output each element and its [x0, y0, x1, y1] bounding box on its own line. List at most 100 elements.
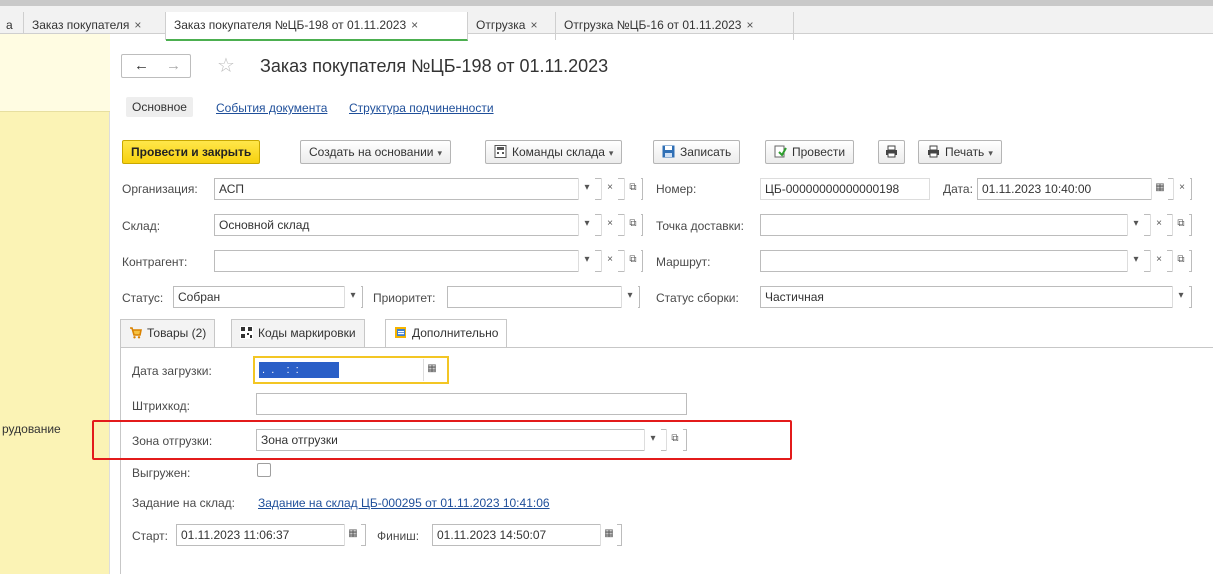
chevron-down-icon[interactable]: ▾ — [1127, 250, 1144, 272]
left-pane-item-equipment[interactable]: рудование — [2, 422, 61, 436]
tab-strip: а Заказ покупателя × Заказ покупателя №ЦБ… — [0, 0, 1213, 41]
chevron-down-icon[interactable]: ▾ — [344, 286, 361, 308]
subtab-main[interactable]: Основное — [126, 97, 193, 117]
subtab-events[interactable]: События документа — [216, 101, 327, 115]
tab-label: Отгрузка №ЦБ-16 от 01.11.2023 — [564, 18, 742, 32]
status-value: Собран — [178, 290, 221, 304]
organization-label: Организация: — [122, 182, 198, 196]
chevron-down-icon[interactable]: ▾ — [578, 214, 595, 236]
open-icon[interactable]: ⧉ — [624, 214, 641, 236]
clear-icon[interactable]: × — [601, 250, 618, 272]
tab-goods-label: Товары (2) — [147, 326, 207, 340]
favorite-star-icon[interactable]: ☆ — [217, 53, 235, 78]
printer-icon — [928, 145, 939, 158]
page-title: Заказ покупателя №ЦБ-198 от 01.11.2023 — [260, 56, 609, 76]
warehouse-task-link[interactable]: Задание на склад ЦБ-000295 от 01.11.2023… — [258, 496, 550, 510]
printer-icon — [886, 145, 897, 158]
subtab-structure[interactable]: Структура подчиненности — [349, 101, 494, 115]
chevron-down-icon[interactable]: ▾ — [621, 286, 638, 308]
print-label: Печать — [945, 145, 985, 159]
chevron-down-icon[interactable]: ▾ — [1127, 214, 1144, 236]
start-field[interactable]: 01.11.2023 11:06:37 — [176, 524, 366, 546]
calendar-icon[interactable]: ▦ — [344, 524, 361, 546]
chevron-down-icon: ▾ — [608, 148, 614, 158]
post-and-close-button[interactable]: Провести и закрыть — [122, 140, 261, 164]
tab-shipments[interactable]: Отгрузка × — [468, 12, 556, 40]
start-label: Старт: — [132, 529, 168, 543]
print-button[interactable]: Печать ▾ — [918, 140, 1002, 164]
document-form-icon — [395, 327, 406, 338]
delivery-point-label: Точка доставки: — [656, 219, 744, 233]
tab-additional[interactable]: Дополнительно — [385, 319, 508, 348]
post-and-close-label: Провести и закрыть — [131, 145, 252, 159]
finish-field[interactable]: 01.11.2023 14:50:07 — [432, 524, 622, 546]
qr-code-icon — [240, 326, 253, 339]
save-label: Записать — [680, 145, 732, 159]
finish-value: 01.11.2023 14:50:07 — [437, 528, 547, 542]
number-value: ЦБ-00000000000000198 — [765, 182, 900, 196]
tab-label: Отгрузка — [476, 18, 526, 32]
unloaded-checkbox[interactable] — [257, 463, 271, 477]
open-icon[interactable]: ⧉ — [624, 178, 641, 200]
create-based-on-label: Создать на основании — [309, 145, 434, 159]
number-field[interactable]: ЦБ-00000000000000198 — [760, 178, 930, 200]
post-document-icon — [774, 145, 787, 158]
tab-marking-codes[interactable]: Коды маркировки — [231, 319, 365, 347]
status-label: Статус: — [122, 291, 164, 305]
warehouse-value: Основной склад — [219, 218, 310, 232]
forward-arrow-icon[interactable]: → — [166, 57, 181, 74]
finish-label: Финиш: — [377, 529, 420, 543]
clear-icon[interactable]: × — [601, 178, 618, 200]
open-icon[interactable]: ⧉ — [1172, 214, 1189, 236]
warehouse-commands-button[interactable]: Команды склада ▾ — [485, 140, 623, 164]
status-field[interactable]: Собран — [173, 286, 363, 308]
back-arrow-icon[interactable]: ← — [134, 57, 149, 74]
date-value: 01.11.2023 10:40:00 — [982, 182, 1092, 196]
create-based-on-button[interactable]: Создать на основании ▾ — [300, 140, 452, 164]
assembly-status-label: Статус сборки: — [656, 291, 739, 305]
barcode-label: Штрихкод: — [132, 399, 191, 413]
date-label: Дата: — [943, 182, 973, 196]
save-button[interactable]: Записать — [653, 140, 741, 164]
print-quick-button[interactable] — [878, 140, 905, 164]
load-date-field[interactable]: . . : : — [253, 356, 449, 384]
tab-label: Заказ покупателя — [32, 18, 130, 32]
barcode-field[interactable] — [256, 393, 687, 415]
tab-goods[interactable]: Товары (2) — [120, 319, 216, 347]
tab-additional-label: Дополнительно — [412, 326, 499, 340]
load-date-label: Дата загрузки: — [132, 364, 212, 378]
calculator-icon — [494, 145, 507, 158]
assembly-status-field[interactable]: Частичная — [760, 286, 1192, 308]
highlight-box — [92, 420, 792, 460]
calendar-icon[interactable]: ▦ — [1151, 178, 1168, 200]
tab-order-cb-198[interactable]: Заказ покупателя №ЦБ-198 от 01.11.2023 × — [166, 12, 468, 41]
counterparty-label: Контрагент: — [122, 255, 188, 269]
clear-icon[interactable]: × — [601, 214, 618, 236]
start-value: 01.11.2023 11:06:37 — [181, 528, 290, 542]
close-icon[interactable]: × — [134, 18, 141, 32]
calendar-icon[interactable]: ▦ — [423, 359, 440, 381]
open-icon[interactable]: ⧉ — [624, 250, 641, 272]
close-icon[interactable]: × — [530, 18, 537, 32]
left-pane-header — [0, 34, 110, 112]
calendar-icon[interactable]: ▦ — [600, 524, 617, 546]
chevron-down-icon[interactable]: ▾ — [578, 178, 595, 200]
priority-label: Приоритет: — [373, 291, 436, 305]
chevron-down-icon[interactable]: ▾ — [578, 250, 595, 272]
tab-marking-codes-label: Коды маркировки — [258, 326, 356, 340]
chevron-down-icon[interactable]: ▾ — [1172, 286, 1189, 308]
clear-icon[interactable]: × — [1150, 250, 1167, 272]
open-icon[interactable]: ⧉ — [1172, 250, 1189, 272]
unloaded-label: Выгружен: — [132, 466, 191, 480]
close-icon[interactable]: × — [411, 18, 418, 32]
post-label: Провести — [792, 145, 846, 159]
clear-icon[interactable]: × — [1150, 214, 1167, 236]
cart-icon — [130, 327, 142, 339]
chevron-down-icon: ▾ — [437, 148, 443, 158]
priority-field[interactable] — [447, 286, 640, 308]
clear-icon[interactable]: × — [1173, 178, 1190, 200]
warehouse-label: Склад: — [122, 219, 161, 233]
tab-shipment-cb-16[interactable]: Отгрузка №ЦБ-16 от 01.11.2023 × — [556, 12, 794, 40]
close-icon[interactable]: × — [746, 18, 753, 32]
post-button[interactable]: Провести — [765, 140, 855, 164]
